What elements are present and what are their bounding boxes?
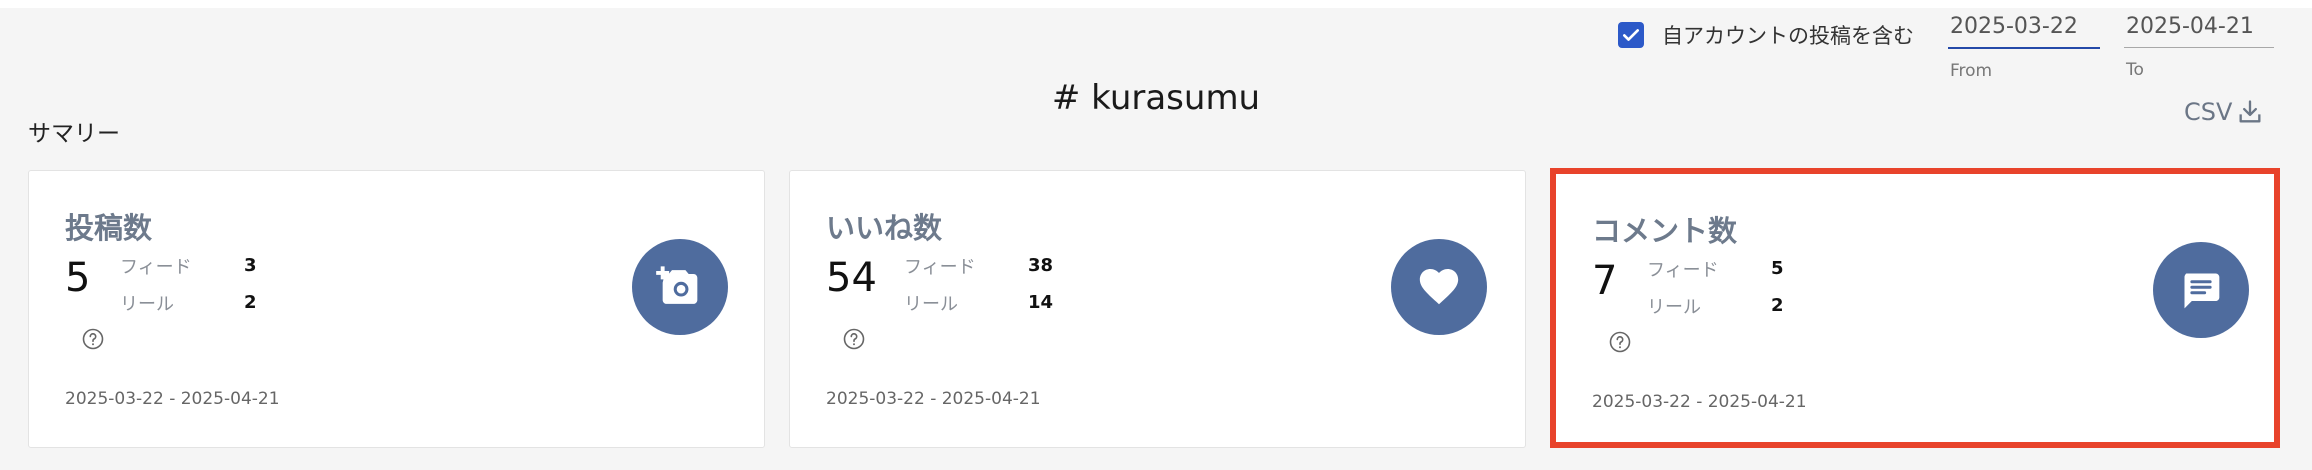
summary-title: サマリー — [28, 121, 120, 147]
breakdown-value: 3 — [244, 255, 257, 276]
breakdown-value: 2 — [1771, 295, 1784, 316]
date-to-field: To — [2124, 12, 2274, 80]
breakdown-row-feed: フィード 38 — [904, 247, 1053, 284]
likes-count-card: いいね数 54 フィード 38 リール 14 2025-03-22 - 2025… — [789, 170, 1526, 448]
breakdown-label: フィード — [904, 256, 976, 278]
card-total: 7 — [1592, 258, 1618, 304]
card-breakdown: フィード 5 リール 2 — [1647, 250, 1784, 324]
page: 自アカウントの投稿を含む From To CSV # kurasumu サマリー… — [0, 0, 2312, 470]
card-breakdown: フィード 3 リール 2 — [120, 247, 257, 321]
breakdown-label: フィード — [1647, 259, 1719, 281]
help-icon[interactable] — [842, 327, 866, 351]
checkmark-icon — [1623, 29, 1639, 41]
breakdown-row-reel: リール 2 — [1647, 287, 1784, 324]
card-total: 54 — [826, 255, 877, 301]
breakdown-label: フィード — [120, 256, 192, 278]
date-from-input[interactable] — [1948, 12, 2100, 49]
card-date-range: 2025-03-22 - 2025-04-21 — [1592, 392, 1807, 412]
breakdown-label: リール — [120, 293, 174, 315]
breakdown-value: 5 — [1771, 258, 1784, 279]
top-strip — [0, 0, 2312, 8]
date-to-label: To — [2126, 60, 2144, 80]
hashtag-title: # kurasumu — [1051, 78, 1261, 118]
posts-count-card: 投稿数 5 フィード 3 リール 2 2025-03-22 - 2025-04-… — [28, 170, 765, 448]
card-date-range: 2025-03-22 - 2025-04-21 — [65, 389, 280, 409]
card-breakdown: フィード 38 リール 14 — [904, 247, 1053, 321]
breakdown-row-feed: フィード 5 — [1647, 250, 1784, 287]
own-account-checkbox[interactable] — [1618, 22, 1644, 48]
card-title: コメント数 — [1592, 214, 1738, 248]
breakdown-row-reel: リール 14 — [904, 284, 1053, 321]
breakdown-row-reel: リール 2 — [120, 284, 257, 321]
date-to-input[interactable] — [2124, 12, 2274, 48]
card-date-range: 2025-03-22 - 2025-04-21 — [826, 389, 1041, 409]
breakdown-label: リール — [904, 293, 958, 315]
breakdown-value: 2 — [244, 292, 257, 313]
breakdown-label: リール — [1647, 296, 1701, 318]
breakdown-value: 38 — [1028, 255, 1054, 276]
help-icon[interactable] — [81, 327, 105, 351]
card-title: 投稿数 — [65, 211, 153, 245]
own-account-toggle[interactable]: 自アカウントの投稿を含む — [1618, 20, 1914, 50]
date-from-field: From — [1948, 12, 2100, 81]
add-photo-icon — [632, 239, 728, 335]
card-total: 5 — [65, 255, 91, 301]
breakdown-value: 14 — [1028, 292, 1054, 313]
card-title: いいね数 — [826, 211, 943, 245]
heart-icon — [1391, 239, 1487, 335]
own-account-label: 自アカウントの投稿を含む — [1662, 24, 1914, 48]
breakdown-row-feed: フィード 3 — [120, 247, 257, 284]
comments-count-card: コメント数 7 フィード 5 リール 2 2025-03-22 - 2025-0… — [1550, 168, 2280, 448]
comment-icon — [2153, 242, 2249, 338]
help-icon[interactable] — [1608, 330, 1632, 354]
